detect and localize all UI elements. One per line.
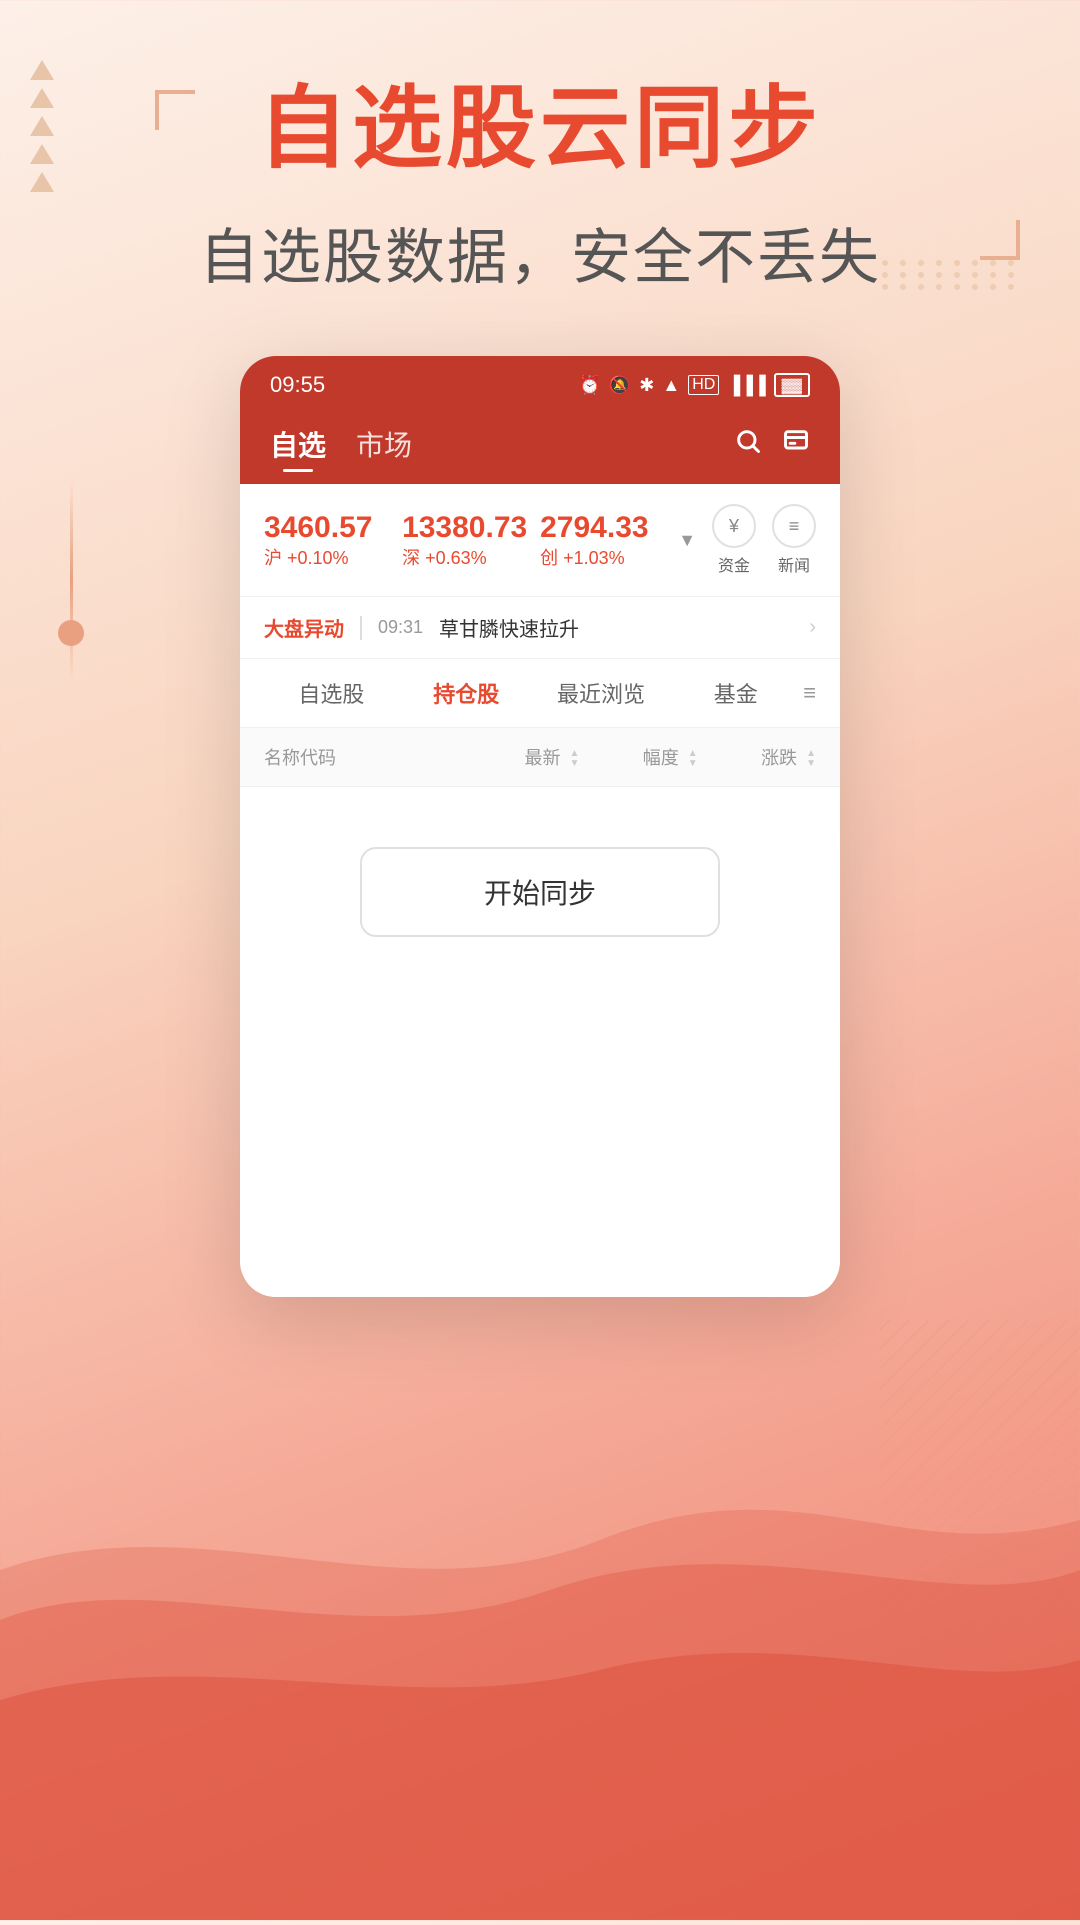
shanghai-value: 3460.57 <box>264 511 402 544</box>
table-header: 名称代码 最新 幅度 涨跌 <box>240 728 840 787</box>
change-sort-icon <box>688 749 698 769</box>
rise-sort-icon <box>806 749 816 769</box>
tab-watchlist[interactable]: 自选 <box>270 424 326 464</box>
news-action[interactable]: ≡ 新闻 <box>772 504 816 576</box>
sync-area: 开始同步 <box>240 787 840 997</box>
ticker-text: 草甘膦快速拉升 <box>439 613 793 642</box>
bluetooth-icon: ✱ <box>639 375 654 396</box>
market-data: 3460.57 沪 +0.10% 13380.73 深 +0.63% 2794.… <box>240 484 840 597</box>
stock-tabs: 自选股 持仓股 最近浏览 基金 ≡ <box>240 659 840 728</box>
ticker-time: 09:31 <box>378 617 423 638</box>
index-shenzhen: 13380.73 深 +0.63% <box>402 511 540 570</box>
main-title: 自选股云同步 <box>199 80 881 179</box>
tab-funds[interactable]: 基金 <box>668 677 803 709</box>
shenzhen-label: 深 +0.63% <box>402 544 540 570</box>
phone-mockup: 09:55 ⏰ 🔕 ✱ ▲ HD ▐▐▐ ▓▓ 自选 市场 <box>240 356 840 1297</box>
status-time: 09:55 <box>270 372 325 398</box>
ticker-divider <box>360 616 362 640</box>
search-icon[interactable] <box>734 427 762 462</box>
col-name-header: 名称代码 <box>264 744 461 770</box>
menu-icon[interactable] <box>782 427 810 462</box>
index-shanghai: 3460.57 沪 +0.10% <box>264 511 402 570</box>
shanghai-label: 沪 +0.10% <box>264 544 402 570</box>
shenzhen-value: 13380.73 <box>402 511 540 544</box>
col-latest-header[interactable]: 最新 <box>461 744 579 770</box>
index-chinext: 2794.33 创 +1.03% <box>540 511 678 570</box>
empty-stock-list <box>240 997 840 1297</box>
hero-section: 自选股云同步 自选股数据，安全不丢失 <box>119 80 961 296</box>
status-icons: ⏰ 🔕 ✱ ▲ HD ▐▐▐ ▓▓ <box>578 373 810 397</box>
fund-icon: ¥ <box>712 504 756 548</box>
tab-recent[interactable]: 最近浏览 <box>534 677 669 709</box>
wifi-icon: ▲ <box>662 375 680 396</box>
sync-button[interactable]: 开始同步 <box>360 847 720 937</box>
news-icon: ≡ <box>772 504 816 548</box>
col-change-header[interactable]: 幅度 <box>579 744 697 770</box>
header-icons <box>734 427 810 462</box>
battery-icon: ▓▓ <box>774 373 810 397</box>
news-label: 新闻 <box>778 552 810 576</box>
alarm-icon: ⏰ <box>578 375 600 396</box>
sub-title: 自选股数据，安全不丢失 <box>199 209 881 296</box>
fund-action[interactable]: ¥ 资金 <box>712 504 756 576</box>
news-ticker[interactable]: 大盘异动 09:31 草甘膦快速拉升 › <box>240 597 840 659</box>
tab-market[interactable]: 市场 <box>356 424 412 464</box>
tab-watchlist-stocks[interactable]: 自选股 <box>264 677 399 709</box>
bg-wave <box>0 1420 1080 1920</box>
more-tabs-icon[interactable]: ≡ <box>803 680 816 706</box>
market-expand-icon[interactable]: ▼ <box>678 530 696 551</box>
chinext-value: 2794.33 <box>540 511 678 544</box>
latest-sort-icon <box>570 749 580 769</box>
chinext-label: 创 +1.03% <box>540 544 678 570</box>
ticker-arrow-icon: › <box>809 616 816 639</box>
status-bar: 09:55 ⏰ 🔕 ✱ ▲ HD ▐▐▐ ▓▓ <box>240 356 840 408</box>
col-rise-header[interactable]: 涨跌 <box>698 744 816 770</box>
fund-label: 资金 <box>718 552 750 576</box>
market-actions: ¥ 资金 ≡ 新闻 <box>712 504 816 576</box>
nav-tabs: 自选 市场 <box>270 424 412 464</box>
mute-icon: 🔕 <box>609 375 631 396</box>
ticker-tag: 大盘异动 <box>264 613 344 642</box>
signal-icon: ▐▐▐ <box>727 375 765 396</box>
app-header: 自选 市场 <box>240 408 840 484</box>
hd-label: HD <box>688 375 719 395</box>
tab-holdings[interactable]: 持仓股 <box>399 677 534 709</box>
